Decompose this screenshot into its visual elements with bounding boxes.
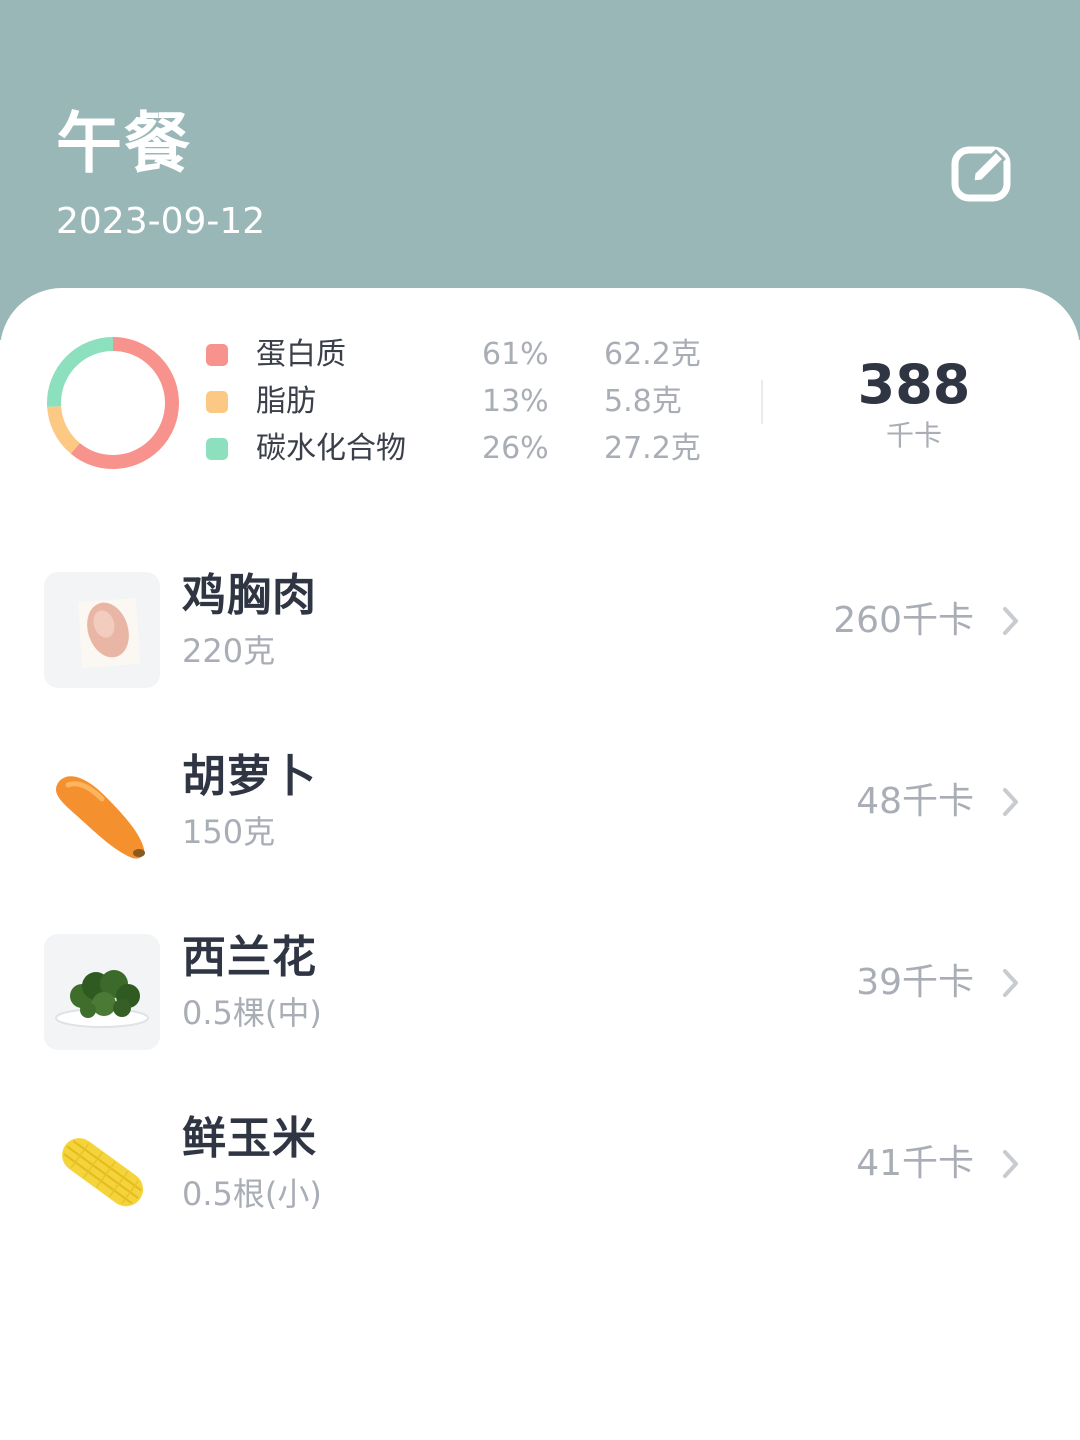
food-quantity: 150克 xyxy=(182,813,276,851)
macro-row-fat: 脂肪 13% 5.8克 xyxy=(204,382,724,422)
food-quantity: 0.5根(小) xyxy=(182,1175,322,1213)
carrot-image xyxy=(44,753,160,869)
food-name: 西兰花 xyxy=(182,932,317,983)
food-calories: 41千卡 xyxy=(856,1143,974,1184)
food-name: 鲜玉米 xyxy=(182,1113,317,1164)
fat-legend-dot xyxy=(206,391,228,413)
total-calories-unit: 千卡 xyxy=(885,419,942,452)
macro-name: 脂肪 xyxy=(256,384,316,419)
chevron-right-icon xyxy=(1003,788,1018,816)
carb-legend-dot xyxy=(206,438,228,460)
protein-legend-dot xyxy=(206,344,228,366)
meal-title: 午餐 xyxy=(56,105,192,182)
food-quantity: 0.5棵(中) xyxy=(182,994,322,1032)
corn-image xyxy=(44,1115,160,1231)
edit-icon[interactable] xyxy=(948,140,1014,206)
macro-percent: 26% xyxy=(482,431,549,466)
macro-percent: 61% xyxy=(482,337,549,372)
food-item-chicken[interactable]: 鸡胸肉 220克 260千卡 xyxy=(0,560,1080,710)
macro-name: 蛋白质 xyxy=(256,337,346,372)
macro-amount: 5.8克 xyxy=(604,384,682,419)
macro-amount: 27.2克 xyxy=(604,431,701,466)
food-name: 鸡胸肉 xyxy=(182,570,317,621)
macro-amount: 62.2克 xyxy=(604,337,701,372)
summary-divider xyxy=(761,380,763,424)
macro-row-protein: 蛋白质 61% 62.2克 xyxy=(204,335,724,375)
macro-name: 碳水化合物 xyxy=(256,431,406,466)
food-quantity: 220克 xyxy=(182,632,276,670)
broccoli-image xyxy=(44,934,160,1050)
food-calories: 39千卡 xyxy=(856,962,974,1003)
chicken-breast-image xyxy=(44,572,160,688)
meal-date: 2023-09-12 xyxy=(56,201,266,242)
food-calories: 260千卡 xyxy=(833,600,974,641)
macro-row-carb: 碳水化合物 26% 27.2克 xyxy=(204,429,724,469)
chevron-right-icon xyxy=(1003,969,1018,997)
food-name: 胡萝卜 xyxy=(182,751,317,802)
total-calories: 388 xyxy=(857,353,971,416)
macro-percent: 13% xyxy=(482,384,549,419)
chevron-right-icon xyxy=(1003,1150,1018,1178)
food-calories: 48千卡 xyxy=(856,781,974,822)
chevron-right-icon xyxy=(1003,607,1018,635)
food-item-carrot[interactable]: 胡萝卜 150克 48千卡 xyxy=(0,741,1080,891)
food-item-corn[interactable]: 鲜玉米 0.5根(小) 41千卡 xyxy=(0,1103,1080,1253)
macro-donut-chart xyxy=(47,337,179,469)
food-item-broccoli[interactable]: 西兰花 0.5棵(中) 39千卡 xyxy=(0,922,1080,1072)
